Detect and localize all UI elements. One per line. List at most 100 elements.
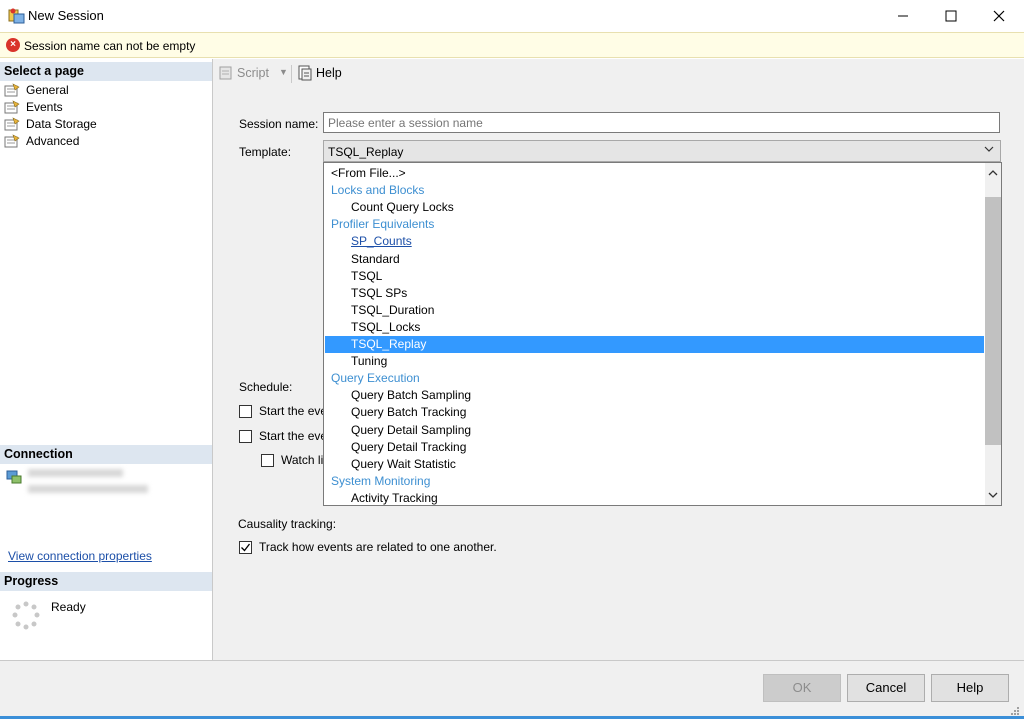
dropdown-option-label: Tuning (351, 354, 388, 369)
help-button[interactable]: Help (931, 674, 1009, 702)
start-event-on-create-label: Start the eve (259, 429, 328, 443)
dropdown-option[interactable]: Tuning (325, 353, 984, 370)
script-button[interactable]: Script (218, 65, 269, 81)
script-icon (219, 66, 232, 80)
dropdown-option[interactable]: Query Detail Tracking (325, 439, 984, 456)
watch-live-label: Watch li (281, 453, 324, 467)
dropdown-option-label: Query Detail Tracking (351, 439, 467, 454)
page-icon (4, 82, 20, 97)
start-event-on-create-option[interactable]: Start the eve (239, 429, 327, 443)
connection-user-redacted (28, 485, 148, 493)
close-button[interactable] (976, 0, 1022, 32)
chevron-down-icon (984, 144, 994, 157)
connection-header: Connection (0, 445, 212, 464)
dropdown-option[interactable]: TSQL_Duration (325, 302, 984, 319)
dropdown-option[interactable]: Query Wait Statistic (325, 456, 984, 473)
error-icon: × (6, 38, 20, 52)
start-event-on-create-checkbox[interactable] (239, 429, 252, 443)
track-events-label: Track how events are related to one anot… (259, 540, 497, 554)
dropdown-option-label: Query Detail Sampling (351, 422, 472, 437)
watch-live-checkbox[interactable] (261, 453, 274, 467)
dropdown-group-header: System Monitoring (325, 473, 984, 490)
dropdown-option-label: TSQL_Replay (351, 337, 427, 351)
progress-header: Progress (0, 572, 212, 591)
dropdown-option-label: System Monitoring (331, 473, 431, 488)
page-icon (4, 133, 20, 148)
dropdown-group-header: Profiler Equivalents (325, 216, 984, 233)
dropdown-option-label: TSQL (351, 268, 383, 283)
template-select[interactable]: TSQL_Replay (323, 140, 1001, 162)
view-connection-properties-link[interactable]: View connection properties (8, 549, 152, 563)
dropdown-option-label: Query Execution (331, 371, 420, 386)
dropdown-option[interactable]: Standard (325, 251, 984, 268)
ok-button[interactable]: OK (763, 674, 841, 702)
dropdown-option[interactable]: Count Query Locks (325, 199, 984, 216)
dropdown-option-label: Profiler Equivalents (331, 217, 435, 232)
track-events-option[interactable]: Track how events are related to one anot… (239, 540, 497, 554)
minimize-button[interactable] (880, 0, 926, 32)
template-dropdown-list[interactable]: <From File...> Locks and Blocks Count Quer… (323, 162, 1002, 506)
error-message: Session name can not be empty (24, 39, 196, 53)
dropdown-group-header: Locks and Blocks (325, 182, 984, 199)
dropdown-option[interactable]: Query Detail Sampling (325, 422, 984, 439)
dropdown-option[interactable]: TSQL_Locks (325, 319, 984, 336)
dropdown-option[interactable]: SP_Counts (325, 233, 984, 250)
page-item-label: Data Storage (26, 116, 97, 131)
server-icon (6, 469, 22, 488)
template-selected-value: TSQL_Replay (328, 145, 404, 159)
dropdown-option-label: <From File...> (331, 166, 406, 180)
page-icon (4, 116, 20, 131)
page-item-general[interactable]: General (4, 81, 69, 98)
minimize-icon (898, 15, 908, 17)
dropdown-option[interactable]: TSQL_Replay (325, 336, 984, 353)
toolbar-separator (291, 65, 292, 83)
dropdown-option-label: Query Batch Tracking (351, 405, 467, 420)
page-item-data-storage[interactable]: Data Storage (4, 115, 97, 132)
session-name-label: Session name: (239, 117, 319, 131)
start-event-checkbox[interactable] (239, 404, 252, 418)
dropdown-option[interactable]: Query Batch Tracking (325, 404, 984, 421)
scroll-down-icon[interactable] (987, 489, 999, 503)
watch-live-option[interactable]: Watch li (261, 453, 323, 467)
cancel-button[interactable]: Cancel (847, 674, 925, 702)
dropdown-option-label: Locks and Blocks (331, 183, 425, 198)
help-icon (298, 65, 312, 81)
dropdown-option-label: TSQL_Duration (351, 302, 435, 317)
dropdown-option[interactable]: Activity Tracking (325, 490, 984, 505)
dropdown-option-label: Query Wait Statistic (351, 456, 456, 471)
template-label: Template: (239, 145, 292, 159)
dropdown-option[interactable]: <From File...> (325, 165, 984, 182)
causality-tracking-label: Causality tracking: (238, 517, 337, 531)
maximize-button[interactable] (928, 0, 974, 32)
window-title: New Session (28, 8, 104, 23)
app-icon (8, 7, 25, 24)
page-icon (4, 99, 20, 114)
dropdown-option-label: SP_Counts (351, 234, 412, 249)
dropdown-option[interactable]: Query Batch Sampling (325, 387, 984, 404)
page-item-advanced[interactable]: Advanced (4, 132, 79, 149)
left-pane: Select a page General Events Data Storag… (0, 59, 213, 660)
dropdown-option-label: Count Query Locks (351, 200, 454, 215)
error-banner: × Session name can not be empty (0, 32, 1024, 58)
resize-grip-icon[interactable] (1010, 705, 1020, 715)
start-event-session-option[interactable]: Start the eve (239, 404, 327, 418)
dropdown-option-label: Query Batch Sampling (351, 388, 472, 403)
title-bar: New Session (0, 0, 1024, 32)
select-page-header: Select a page (0, 62, 212, 81)
checkmark-icon (241, 543, 251, 551)
track-events-checkbox[interactable] (239, 540, 252, 554)
page-item-label: Advanced (26, 133, 80, 148)
page-item-label: Events (26, 99, 63, 114)
help-toolbar-button[interactable]: Help (297, 65, 342, 81)
session-name-input[interactable] (323, 112, 1000, 133)
connection-server-redacted (28, 469, 123, 477)
start-event-label: Start the eve (259, 404, 328, 418)
dropdown-option[interactable]: TSQL SPs (325, 285, 984, 302)
dropdown-option-label: Activity Tracking (351, 490, 438, 505)
script-dropdown-arrow-icon[interactable]: ▼ (279, 67, 288, 77)
scroll-up-icon[interactable] (987, 167, 999, 181)
dropdown-scrollbar-thumb[interactable] (985, 197, 1001, 445)
page-item-events[interactable]: Events (4, 98, 63, 115)
help-label: Help (316, 66, 342, 80)
dropdown-option[interactable]: TSQL (325, 268, 984, 285)
